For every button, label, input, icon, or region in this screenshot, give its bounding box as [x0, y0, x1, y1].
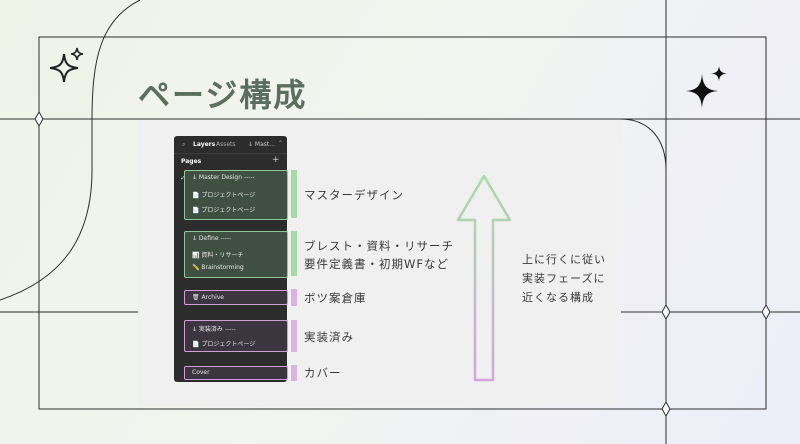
search-icon[interactable]: ⌕ [182, 141, 185, 149]
tab-assets[interactable]: Assets [216, 141, 236, 148]
bar-archive [291, 289, 297, 306]
page-item[interactable]: 📄 プロジェクトページ [192, 339, 255, 348]
page-dropdown[interactable]: ↓ Mast... [248, 141, 275, 148]
page-group-define: ↓ Define ----- 📊 資料・リサーチ ✏️ Brainstormin… [184, 231, 288, 278]
page-item[interactable]: ↓ Define ----- [192, 235, 231, 242]
figma-layers-panel: ⌕ Layers Assets ↓ Mast... ⌃ Pages + ✓ ↓ … [174, 136, 288, 382]
page-item[interactable]: ✏️ Brainstorming [192, 264, 244, 271]
add-page-icon[interactable]: + [272, 155, 280, 165]
page-group-master: ↓ Master Design ----- 📄 プロジェクトページ 📄 プロジェ… [184, 170, 288, 220]
up-arrow-icon [456, 174, 512, 382]
page-item[interactable]: ↓ 実装済み ----- [192, 324, 236, 333]
page-item[interactable]: ↓ Master Design ----- [192, 174, 255, 181]
desc-line: 実装フェーズに [522, 272, 606, 285]
bar-master [291, 170, 297, 218]
desc-line: 上に行くに従い [522, 253, 606, 266]
chevron-down-icon[interactable]: ⌃ [278, 140, 283, 147]
sparkle-filled-icon [686, 66, 727, 108]
label-cover: カバー [304, 366, 342, 380]
bar-implemented [291, 320, 297, 352]
page-item[interactable]: 🗑 Archive [192, 294, 224, 301]
page-item[interactable]: 📊 資料・リサーチ [192, 250, 243, 259]
panel-tabs: ⌕ Layers Assets ↓ Mast... ⌃ [174, 136, 287, 154]
page-item[interactable]: 📄 プロジェクトページ [192, 190, 255, 199]
page-item[interactable]: 📄 プロジェクトページ [192, 205, 255, 214]
desc-line: 近くなる構成 [522, 291, 594, 304]
label-define-1: ブレスト・資料・リサーチ [304, 239, 454, 253]
bar-cover [291, 365, 297, 381]
bar-define [291, 231, 297, 276]
label-define-2: 要件定義書・初期WFなど [304, 257, 449, 271]
page-group-cover: Cover [184, 366, 288, 380]
label-archive: ボツ案倉庫 [304, 291, 367, 305]
page-item[interactable]: Cover [192, 369, 210, 376]
flow-description: 上に行くに従い 実装フェーズに 近くなる構成 [522, 250, 606, 307]
label-implemented: 実装済み [304, 330, 354, 344]
sparkle-outline-icon [49, 47, 84, 83]
pages-header: Pages [181, 158, 202, 165]
page-group-implemented: ↓ 実装済み ----- 📄 プロジェクトページ [184, 320, 288, 352]
label-master: マスターデザイン [304, 188, 404, 202]
slide-title: ページ構成 [138, 76, 308, 114]
tab-layers[interactable]: Layers [193, 141, 215, 148]
page-group-archive: 🗑 Archive [184, 290, 288, 305]
